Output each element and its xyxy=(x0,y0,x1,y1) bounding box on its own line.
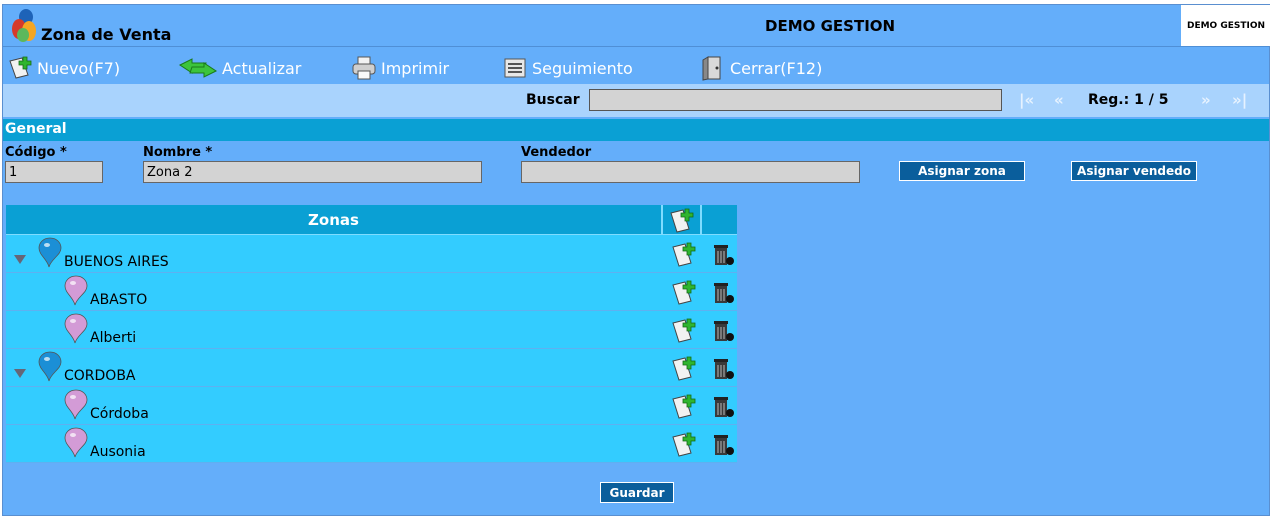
tree-row-child[interactable]: Alberti xyxy=(6,311,737,349)
tree-row-child[interactable]: Córdoba xyxy=(6,387,737,425)
delete-icon[interactable] xyxy=(708,279,736,309)
add-subzone-icon[interactable] xyxy=(670,355,698,385)
zone-label: Ausonia xyxy=(90,444,146,460)
codigo-label: Código * xyxy=(5,145,67,160)
tracking-button[interactable]: Seguimiento xyxy=(502,55,633,81)
zones-tree-title: Zonas xyxy=(308,211,359,229)
save-button[interactable]: Guardar xyxy=(600,482,674,503)
add-subzone-icon[interactable] xyxy=(670,393,698,423)
tracking-icon xyxy=(504,58,526,78)
tracking-button-label: Seguimiento xyxy=(532,58,633,78)
company-logo: DEMO GESTION xyxy=(1181,5,1271,46)
vendedor-field[interactable] xyxy=(521,161,860,183)
add-subzone-icon[interactable] xyxy=(670,431,698,461)
assign-zone-button[interactable]: Asignar zona xyxy=(899,161,1025,181)
add-subzone-icon[interactable] xyxy=(670,241,698,271)
company-title: DEMO GESTION xyxy=(765,17,896,35)
location-pin-pink-icon xyxy=(64,313,88,349)
location-pin-blue-icon xyxy=(38,237,62,273)
toolbar: Nuevo(F7) Actualizar Imprimir Seguimient… xyxy=(3,46,1269,84)
delete-icon[interactable] xyxy=(708,355,736,385)
add-subzone-icon[interactable] xyxy=(670,279,698,309)
section-general-header: General xyxy=(3,119,1269,141)
expand-caret-icon[interactable] xyxy=(14,369,26,378)
zone-label: Córdoba xyxy=(90,406,149,422)
delete-icon[interactable] xyxy=(708,317,736,347)
location-pin-blue-icon xyxy=(38,351,62,387)
location-pin-pink-icon xyxy=(64,275,88,311)
zones-tree: Zonas BUENOS AIRES ABASTO Alberti CORDOBA Có… xyxy=(6,205,737,463)
previous-record-button[interactable]: « xyxy=(1054,91,1064,109)
zone-label: ABASTO xyxy=(90,292,148,308)
column-divider xyxy=(700,205,702,235)
codigo-field[interactable] xyxy=(5,161,103,183)
delete-icon[interactable] xyxy=(708,241,736,271)
zone-label: CORDOBA xyxy=(64,368,136,384)
app-title: Zona de Venta xyxy=(41,25,172,44)
add-subzone-icon[interactable] xyxy=(670,317,698,347)
zones-tree-header: Zonas xyxy=(6,205,737,235)
new-button-label: Nuevo(F7) xyxy=(37,58,121,78)
nombre-field[interactable] xyxy=(143,161,482,183)
print-button-label: Imprimir xyxy=(381,58,450,78)
search-bar: Buscar |« « Reg.: 1 / 5 » »| xyxy=(3,84,1269,117)
app-window: Zona de Venta DEMO GESTION DEMO GESTION … xyxy=(2,4,1271,516)
location-pin-pink-icon xyxy=(64,427,88,463)
assign-seller-button[interactable]: Asignar vendedo xyxy=(1071,161,1197,181)
nombre-label: Nombre * xyxy=(143,145,213,160)
zone-label: BUENOS AIRES xyxy=(64,254,169,270)
delete-icon[interactable] xyxy=(708,431,736,461)
tree-row-child[interactable]: Ausonia xyxy=(6,425,737,463)
first-record-button[interactable]: |« xyxy=(1019,91,1034,109)
tree-row-parent[interactable]: CORDOBA xyxy=(6,349,737,387)
new-button[interactable]: Nuevo(F7) xyxy=(7,55,120,81)
column-divider xyxy=(661,205,663,235)
refresh-button[interactable]: Actualizar xyxy=(178,55,301,81)
record-counter: Reg.: 1 / 5 xyxy=(1088,92,1169,108)
app-logo-icon xyxy=(9,7,39,43)
print-button[interactable]: Imprimir xyxy=(351,55,449,81)
search-label: Buscar xyxy=(526,92,580,108)
close-door-icon xyxy=(702,56,721,81)
zone-label: Alberti xyxy=(90,330,137,346)
location-pin-pink-icon xyxy=(64,389,88,425)
add-zone-root-icon[interactable] xyxy=(668,207,696,237)
tree-row-parent[interactable]: BUENOS AIRES xyxy=(6,235,737,273)
printer-icon xyxy=(352,56,376,80)
delete-icon[interactable] xyxy=(708,393,736,423)
new-document-icon xyxy=(9,56,32,79)
tree-row-child[interactable]: ABASTO xyxy=(6,273,737,311)
expand-caret-icon[interactable] xyxy=(14,255,26,264)
next-record-button[interactable]: » xyxy=(1201,91,1211,109)
search-input[interactable] xyxy=(589,89,1002,111)
close-button-label: Cerrar(F12) xyxy=(730,58,823,78)
vendedor-label: Vendedor xyxy=(521,145,592,160)
zones-tree-body: BUENOS AIRES ABASTO Alberti CORDOBA Córdoba A… xyxy=(6,235,737,463)
refresh-button-label: Actualizar xyxy=(222,58,302,78)
close-button[interactable]: Cerrar(F12) xyxy=(700,55,822,81)
last-record-button[interactable]: »| xyxy=(1232,91,1247,109)
refresh-icon xyxy=(179,58,217,78)
